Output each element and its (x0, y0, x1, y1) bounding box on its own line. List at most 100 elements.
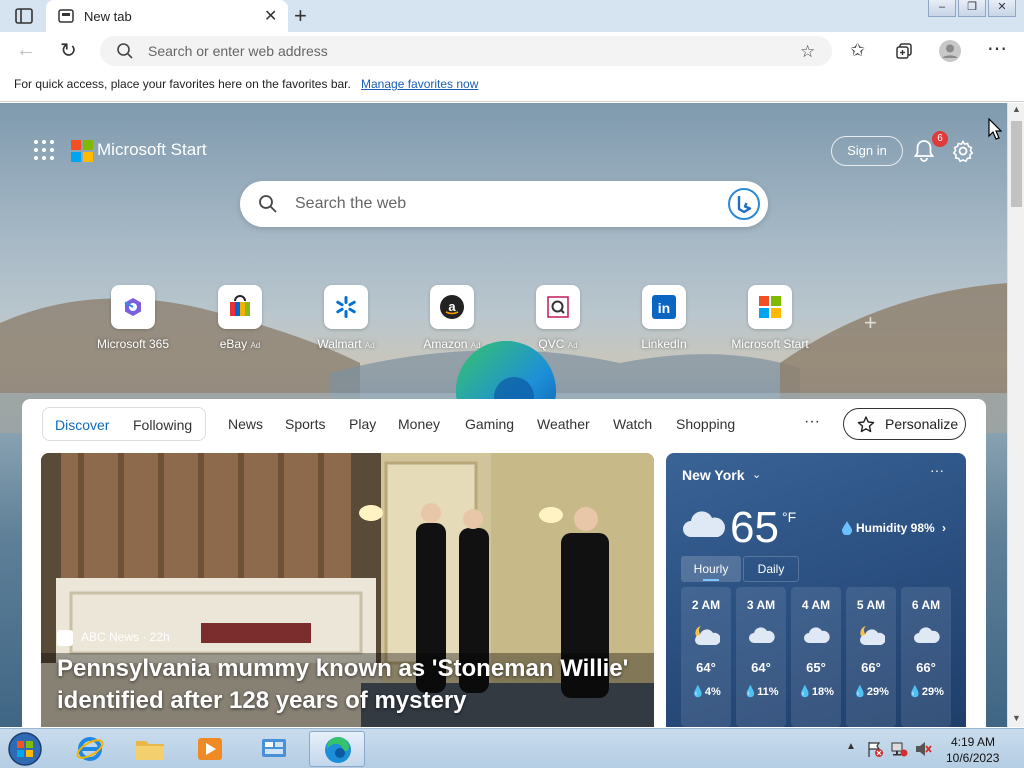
svg-text:in: in (658, 300, 670, 316)
minimize-button[interactable]: – (928, 0, 956, 17)
clock-time[interactable]: 4:19 AM (951, 735, 995, 749)
internet-explorer-taskbar-button[interactable] (62, 731, 118, 767)
show-hidden-icons-button[interactable]: ▲ (846, 741, 856, 752)
qvc-icon (536, 285, 580, 329)
forecast-precip-value: 11% (757, 686, 779, 698)
start-button[interactable] (4, 731, 46, 767)
nav-gaming[interactable]: Gaming (465, 416, 514, 432)
forecast-precip-value: 29% (866, 686, 889, 698)
tab-hourly[interactable]: Hourly (681, 556, 741, 582)
tile-walmart[interactable]: Walmart Ad (296, 285, 396, 351)
edge-taskbar-button[interactable] (309, 731, 365, 767)
current-temperature: 65 (730, 503, 779, 552)
weather-city[interactable]: New York (682, 467, 745, 483)
action-center-flag-icon[interactable] (866, 740, 884, 758)
hero-story-card[interactable]: ABC News · 22h Pennsylvania mummy known … (41, 453, 654, 727)
new-tab-button[interactable]: + (294, 3, 307, 29)
weather-card[interactable]: New York ⌄ ··· 65 °F Humidity 98% › Hour… (666, 453, 966, 727)
control-panel-taskbar-button[interactable] (246, 731, 302, 767)
profile-icon[interactable] (939, 40, 961, 62)
chevron-right-icon: › (942, 521, 947, 535)
cloud-icon (901, 624, 951, 646)
forecast-hour: 3 AM (746, 598, 776, 612)
tile-ebay[interactable]: eBay Ad (190, 285, 290, 351)
tab-discover[interactable]: Discover (55, 417, 109, 433)
active-tab-indicator (703, 579, 719, 581)
forecast-temp: 66° (861, 660, 881, 675)
personalize-button[interactable]: Personalize (843, 408, 966, 440)
web-search-input[interactable]: Search the web (295, 195, 406, 213)
tile-linkedin[interactable]: in LinkedIn (614, 285, 714, 351)
bing-chat-icon[interactable] (728, 188, 760, 220)
scroll-up-arrow-icon[interactable]: ▲ (1012, 104, 1021, 114)
back-button[interactable]: ← (16, 39, 36, 62)
scroll-down-arrow-icon[interactable]: ▼ (1012, 713, 1021, 723)
tile-microsoft-start[interactable]: Microsoft Start (720, 285, 820, 351)
tab-actions-icon[interactable] (14, 7, 34, 25)
temperature-unit[interactable]: °F (782, 509, 796, 525)
apps-launcher-icon[interactable] (34, 140, 54, 160)
tab-title: New tab (84, 9, 132, 24)
manage-favorites-link[interactable]: Manage favorites now (361, 77, 478, 91)
new-tab-page-icon (58, 9, 74, 23)
sign-in-button[interactable]: Sign in (831, 136, 903, 166)
network-icon[interactable] (890, 740, 908, 758)
feed-mode-toggle: Discover Following (42, 407, 206, 441)
brand-name: Microsoft Start (97, 140, 207, 159)
nav-watch[interactable]: Watch (613, 416, 652, 432)
story-headline[interactable]: Pennsylvania mummy known as 'Stoneman Wi… (57, 653, 637, 717)
close-window-button[interactable]: ✕ (988, 0, 1016, 17)
tile-label: Amazon (423, 337, 468, 351)
favorites-icon[interactable]: ✩ (850, 40, 865, 61)
chevron-down-icon[interactable]: ⌄ (752, 468, 761, 481)
clock-date[interactable]: 10/6/2023 (946, 751, 999, 765)
tab-close-button[interactable]: ✕ (264, 6, 277, 26)
file-explorer-taskbar-button[interactable] (122, 731, 178, 767)
tile-label: LinkedIn (641, 337, 687, 351)
tab-daily[interactable]: Daily (743, 556, 799, 582)
settings-gear-icon[interactable] (951, 139, 975, 163)
nav-news[interactable]: News (228, 416, 263, 432)
favorites-message: For quick access, place your favorites h… (14, 77, 351, 91)
tile-microsoft-365[interactable]: Microsoft 365 (83, 285, 183, 351)
web-search-box[interactable]: Search the web (240, 181, 768, 227)
notifications-bell-icon[interactable] (913, 139, 935, 163)
add-site-button[interactable]: + (864, 310, 877, 336)
story-source[interactable]: ABC News · 22h (57, 630, 170, 646)
hourly-forecast-column[interactable]: 4 AM 65° 💧18% (791, 587, 841, 727)
tab-following[interactable]: Following (133, 417, 192, 433)
refresh-button[interactable]: ↻ (60, 38, 77, 63)
add-favorite-icon[interactable]: ☆ (800, 42, 815, 62)
sparkle-star-icon (857, 416, 875, 433)
forecast-hour: 4 AM (801, 598, 831, 612)
control-panel-icon (262, 739, 286, 757)
collections-icon[interactable] (895, 42, 913, 60)
restore-button[interactable]: ❐ (958, 0, 986, 17)
media-player-taskbar-button[interactable] (182, 731, 238, 767)
forecast-precip: 💧18% (791, 685, 841, 698)
browser-tab[interactable]: New tab ✕ (46, 0, 288, 32)
forecast-precip-value: 29% (921, 686, 944, 698)
hourly-forecast-column[interactable]: 2 AM 64° 💧4% (681, 587, 731, 727)
nav-shopping[interactable]: Shopping (676, 416, 735, 432)
nav-money[interactable]: Money (398, 416, 440, 432)
volume-muted-icon[interactable] (914, 740, 932, 758)
page-scrollbar[interactable]: ▲ ▼ (1007, 103, 1024, 727)
scrollbar-thumb[interactable] (1011, 121, 1022, 207)
humidity-link[interactable]: Humidity 98% › (842, 521, 946, 535)
hourly-forecast-column[interactable]: 6 AM 66° 💧29% (901, 587, 951, 727)
tile-amazon[interactable]: a Amazon Ad (402, 285, 502, 351)
nav-sports[interactable]: Sports (285, 416, 325, 432)
humidity-value: Humidity 98% (856, 521, 935, 535)
nav-weather[interactable]: Weather (537, 416, 590, 432)
hourly-forecast-column[interactable]: 3 AM 64° 💧11% (736, 587, 786, 727)
water-drop-icon: 💧 (798, 686, 812, 698)
address-bar[interactable]: Search or enter web address ☆ (100, 36, 832, 66)
forecast-precip: 💧11% (736, 685, 786, 698)
more-nav-button[interactable]: ··· (804, 413, 820, 431)
weather-more-icon[interactable]: ··· (930, 462, 944, 478)
address-input[interactable]: Search or enter web address (148, 43, 328, 59)
more-icon[interactable]: ⋯ (987, 36, 1007, 61)
hourly-forecast-column[interactable]: 5 AM 66° 💧29% (846, 587, 896, 727)
nav-play[interactable]: Play (349, 416, 376, 432)
